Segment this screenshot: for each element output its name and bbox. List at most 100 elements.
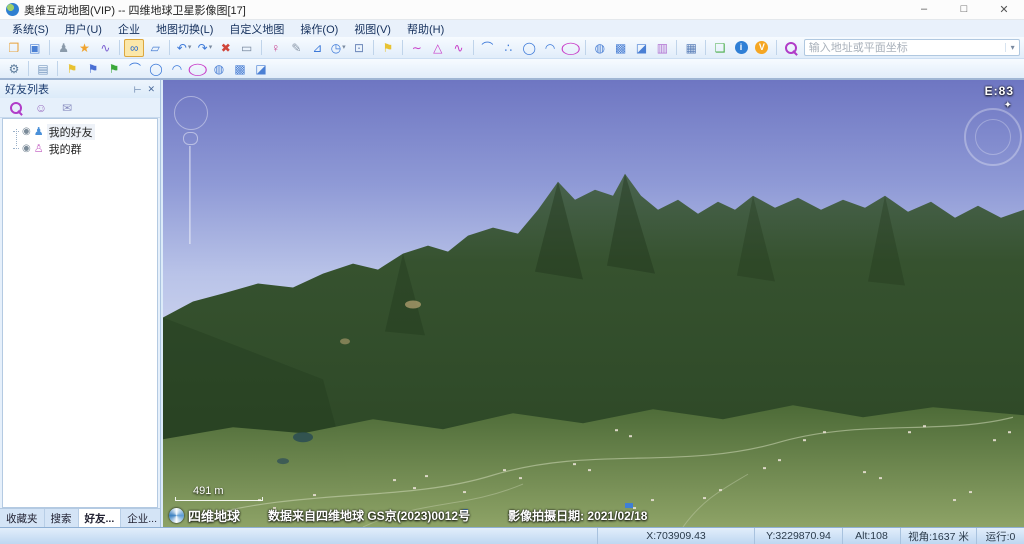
draw-ellipse-icon[interactable]: ◯ (561, 39, 581, 57)
fill-circle-icon[interactable]: ◍ (209, 60, 229, 78)
draw-arc-icon[interactable]: ⌒ (478, 39, 498, 57)
terrain-imagery (163, 80, 1024, 527)
view-3d-icon[interactable]: ∞ (124, 39, 144, 57)
window-title: 奥维互动地图(VIP) -- 四维地球卫星影像图[17] (24, 2, 246, 18)
draw-curve-icon[interactable]: ∿ (449, 39, 469, 57)
close-button[interactable]: ✕ (998, 3, 1010, 16)
placemark-icon[interactable]: ♀ (266, 39, 286, 57)
open-folder-icon[interactable]: ❐ (4, 39, 24, 57)
pushpin-icon[interactable]: ⚑ (378, 39, 398, 57)
menu-help[interactable]: 帮助(H) (399, 21, 452, 37)
draw-arc2-icon[interactable]: ◠ (540, 39, 560, 57)
tree-item-label: 我的群 (47, 141, 84, 157)
map-viewport[interactable]: E:83 ✦ 491 m 四维地球 数据来自四维地球 GS京(2023)0012… (163, 80, 1024, 527)
arc-icon[interactable]: ⌒ (125, 60, 145, 78)
pin-yellow-icon[interactable]: ⚑ (62, 60, 82, 78)
draw-polyline-icon[interactable]: ∼ (407, 39, 427, 57)
search-icon[interactable] (781, 39, 801, 57)
search-input[interactable] (805, 42, 1005, 54)
search-dropdown-icon[interactable]: ▾ (1005, 43, 1019, 52)
zoom-slider-handle[interactable] (183, 132, 198, 145)
chat-icon[interactable]: ❑ (710, 39, 730, 57)
circle-icon[interactable]: ◯ (146, 60, 166, 78)
tree-item-my-groups[interactable]: ◉ ♙ 我的群 (5, 140, 157, 157)
app-icon (6, 3, 19, 16)
fill-circle-icon[interactable]: ◍ (590, 39, 610, 57)
clear-selection-icon[interactable]: ▭ (237, 39, 257, 57)
data-table-icon[interactable]: ▦ (681, 39, 701, 57)
menu-operate[interactable]: 操作(O) (292, 21, 346, 37)
info-icon[interactable]: i (731, 39, 751, 57)
toolbar-separator (169, 40, 170, 55)
status-bar: X:703909.43Y:3229870.94Alt:108视角:1637 米运… (0, 527, 1024, 544)
fill-polygon-icon[interactable]: ◪ (632, 39, 652, 57)
select-region-icon[interactable]: ▱ (145, 39, 165, 57)
record-video-icon[interactable]: ⊡ (349, 39, 369, 57)
tab-friends[interactable]: 好友... (79, 509, 122, 527)
tree-connector (13, 148, 19, 149)
measure-area-icon[interactable]: ⊿ (307, 39, 327, 57)
pin-green-icon[interactable]: ⚑ (104, 60, 124, 78)
redo-icon[interactable]: ↷ (195, 39, 215, 57)
toolbar-separator (261, 40, 262, 55)
panel-title: 好友列表 (5, 81, 49, 97)
toolbar-separator (402, 40, 403, 55)
favorites-star-icon[interactable]: ★ (75, 39, 95, 57)
friend-search-icon[interactable] (7, 100, 23, 116)
friend-chat-icon[interactable]: ☺ (33, 100, 49, 116)
visibility-eye-icon[interactable]: ◉ (22, 143, 31, 154)
tab-search[interactable]: 搜索 (45, 509, 79, 527)
provider-logo-icon (169, 508, 184, 523)
menu-system[interactable]: 系统(S) (4, 21, 57, 37)
toolbar-separator (49, 40, 50, 55)
minimize-button[interactable]: – (918, 3, 930, 16)
measure-distance-icon[interactable]: ✎ (287, 39, 307, 57)
menu-user[interactable]: 用户(U) (57, 21, 110, 37)
app-window: 奥维互动地图(VIP) -- 四维地球卫星影像图[17] – □ ✕ 系统(S)… (0, 0, 1024, 544)
panel-pin-icon[interactable]: ⊥ (131, 85, 142, 93)
provider-logo-text: 四维地球 (188, 506, 240, 525)
ellipse-icon[interactable]: ◯ (188, 60, 208, 78)
fill-rect-icon[interactable]: ▩ (230, 60, 250, 78)
menu-custom-map[interactable]: 自定义地图 (221, 21, 292, 37)
toolbar-separator (57, 61, 58, 76)
zoom-slider-track[interactable] (189, 146, 191, 244)
scale-bar (175, 497, 263, 501)
fill-rect-icon[interactable]: ▩ (611, 39, 631, 57)
menu-view[interactable]: 视图(V) (346, 21, 399, 37)
map-attribution-row: 四维地球 数据来自四维地球 GS京(2023)0012号 影像拍摄日期: 202… (169, 506, 647, 525)
friend-mail-icon[interactable]: ✉ (59, 100, 75, 116)
new-document-icon[interactable]: ▤ (33, 60, 53, 78)
settings-gear-icon[interactable]: ⚙ (4, 60, 24, 78)
fill-bars-icon[interactable]: ▥ (653, 39, 673, 57)
track-icon[interactable]: ∿ (96, 39, 116, 57)
menu-map-switch[interactable]: 地图切换(L) (148, 21, 221, 37)
arc2-icon[interactable]: ◠ (167, 60, 187, 78)
compass-needle-icon[interactable]: ✦ (1004, 100, 1012, 111)
fill-polygon-icon[interactable]: ◪ (251, 60, 271, 78)
elevation-angle-label: E:83 (985, 84, 1014, 98)
tree-item-my-friends[interactable]: ◉ ♟ 我的好友 (5, 123, 157, 140)
panel-close-icon[interactable]: ✕ (147, 84, 155, 95)
history-imagery-icon[interactable]: ◷ (328, 39, 348, 57)
draw-circle-icon[interactable]: ◯ (519, 39, 539, 57)
save-icon[interactable]: ▣ (25, 39, 45, 57)
undo-icon[interactable]: ↶ (174, 39, 194, 57)
menu-enterprise[interactable]: 企业 (110, 21, 148, 37)
toolbar-draw: ⚙▤⚑⚑⚑⌒◯◠◯◍▩◪ (0, 59, 1024, 80)
tab-enterprise-1[interactable]: 企业... (121, 509, 164, 527)
pan-control[interactable] (174, 96, 208, 130)
visibility-eye-icon[interactable]: ◉ (22, 126, 31, 137)
pin-blue-icon[interactable]: ⚑ (83, 60, 103, 78)
maximize-button[interactable]: □ (958, 3, 970, 16)
draw-triangle-icon[interactable]: △ (428, 39, 448, 57)
status-x: X:703909.43 (597, 528, 754, 544)
vip-icon[interactable]: V (752, 39, 772, 57)
tab-favorites[interactable]: 收藏夹 (0, 509, 45, 527)
tree-item-label: 我的好友 (47, 124, 95, 140)
panel-header: 好友列表 ⊥ ✕ (0, 80, 160, 98)
friends-icon[interactable]: ♟ (54, 39, 74, 57)
draw-scatter-icon[interactable]: ∴ (498, 39, 518, 57)
menu-bar: 系统(S)用户(U)企业地图切换(L)自定义地图操作(O)视图(V)帮助(H) (0, 20, 1024, 37)
delete-icon[interactable]: ✖ (216, 39, 236, 57)
